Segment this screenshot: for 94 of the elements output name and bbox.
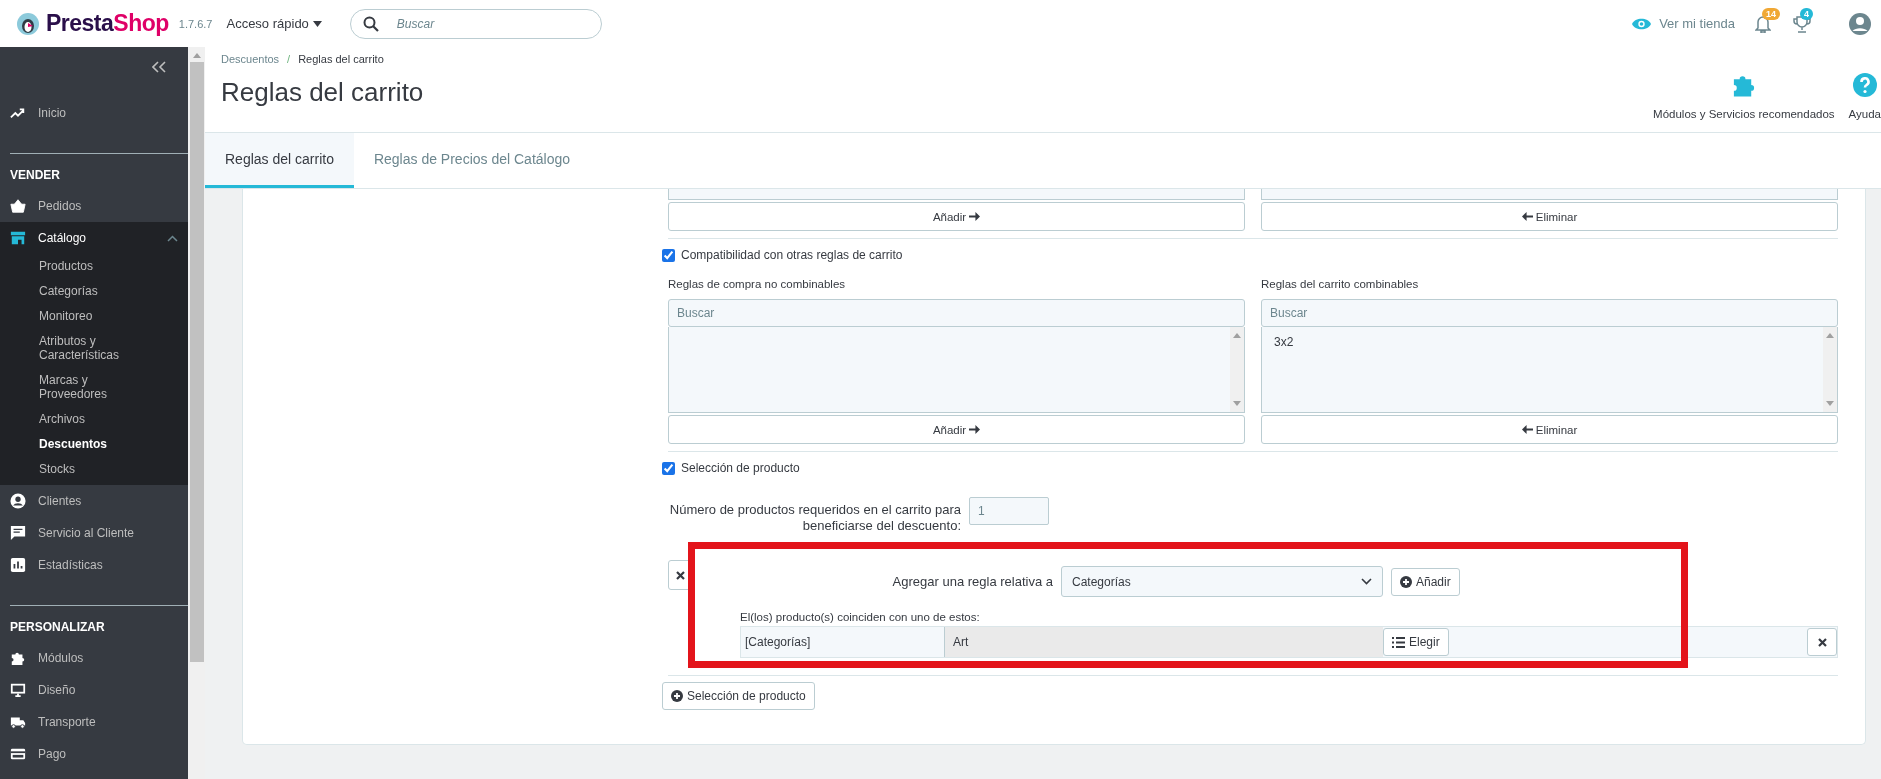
add-button[interactable]: Añadir <box>668 202 1245 231</box>
logo-icon <box>16 11 40 36</box>
arrow-left-icon <box>1521 211 1533 222</box>
sidebar-item[interactable]: Diseño <box>0 674 188 706</box>
remove-button[interactable]: Eliminar <box>1261 202 1838 231</box>
scrollbar-thumb[interactable] <box>189 62 204 662</box>
user-avatar-icon[interactable] <box>1849 12 1871 35</box>
quantity-field[interactable]: 1 <box>969 497 1049 525</box>
store-icon <box>10 230 26 246</box>
sidebar-item[interactable]: Pago <box>0 738 188 770</box>
list-box[interactable]: 3x2 <box>1261 327 1838 413</box>
tab[interactable]: Reglas del carrito <box>205 133 354 188</box>
list-title: Reglas del carrito combinables <box>1261 278 1420 290</box>
list-option[interactable]: 3x2 <box>1274 335 1811 349</box>
remove-rule-button[interactable] <box>1807 628 1837 656</box>
plus-circle-icon <box>1400 575 1412 588</box>
checkbox[interactable] <box>662 461 675 475</box>
caret-icon <box>312 20 322 27</box>
chevron-down-icon <box>1361 578 1372 585</box>
scroll-down-icon[interactable] <box>1826 401 1834 406</box>
search-field[interactable]: Buscar <box>668 299 1245 327</box>
quick-access-dropdown[interactable]: Acceso rápido <box>224 14 324 33</box>
close-icon <box>1817 637 1827 647</box>
basket-icon <box>10 198 26 214</box>
sidebar-item[interactable]: Clientes <box>0 485 188 517</box>
sidebar-item[interactable]: Transporte <box>0 706 188 738</box>
collapse-icon[interactable] <box>152 61 166 73</box>
submenu-item[interactable]: Descuentos <box>39 436 159 452</box>
list-box[interactable] <box>668 189 1245 200</box>
rule-type-select[interactable]: Categorías <box>1061 566 1383 597</box>
bar-chart-icon <box>10 557 26 573</box>
arrow-right-icon <box>969 211 981 222</box>
breadcrumb-current: Reglas del carrito <box>298 53 384 65</box>
scroll-down-icon[interactable] <box>1233 401 1241 406</box>
add-product-selection-button[interactable]: Selección de producto <box>662 682 815 710</box>
eye-icon <box>1632 17 1652 30</box>
section-heading: VENDER <box>9 167 61 184</box>
add-button[interactable]: Añadir <box>668 415 1245 444</box>
search-icon <box>362 15 379 32</box>
sidebar-item[interactable]: Estadísticas <box>0 549 188 581</box>
plus-circle-icon <box>671 690 683 702</box>
sidebar-item[interactable]: Pedidos <box>0 190 188 222</box>
page-title: Reglas del carrito <box>221 77 425 108</box>
close-icon <box>675 570 685 580</box>
field-label: Número de productos requeridos en el carrito para beneficiarse del descuento: <box>668 501 961 534</box>
view-store-link[interactable]: Ver mi tienda <box>1632 16 1735 31</box>
trophy-badge: 4 <box>1800 7 1813 20</box>
submenu-item[interactable]: Stocks <box>39 461 159 477</box>
scrollbar[interactable] <box>188 47 205 779</box>
scroll-up-icon[interactable] <box>192 53 201 58</box>
checkbox-label: Compatibilidad con otras reglas de carrito <box>681 248 903 262</box>
checkbox[interactable] <box>662 248 675 262</box>
breadcrumb-separator: / <box>287 53 291 65</box>
table-cell: Art <box>944 627 1383 657</box>
choose-button[interactable]: Elegir <box>1383 628 1449 656</box>
help-icon <box>1851 72 1878 98</box>
submenu-item[interactable]: Categorías <box>39 283 159 299</box>
scroll-up-icon[interactable] <box>1233 333 1241 338</box>
toolbar-button[interactable]: Módulos y Servicios recomendados <box>1653 72 1835 120</box>
submenu-item[interactable]: Monitoreo <box>39 308 159 324</box>
chevron-up-icon <box>167 234 178 242</box>
sidebar-item[interactable]: Inicio <box>0 97 188 129</box>
tab[interactable]: Reglas de Precios del Catálogo <box>353 133 591 188</box>
puzzle-icon <box>10 650 26 666</box>
list-box[interactable] <box>1261 189 1838 200</box>
submenu-item[interactable]: Atributos y Características <box>39 333 159 363</box>
monitor-icon <box>10 682 26 698</box>
user-icon <box>10 493 26 509</box>
field-label: Agregar una regla relativa a <box>891 573 1053 590</box>
version-label: 1.7.6.7 <box>178 17 213 30</box>
search-field[interactable]: Buscar <box>1261 299 1838 327</box>
logo-text[interactable]: PrestaShop <box>46 10 169 37</box>
checkbox-label: Selección de producto <box>681 461 800 475</box>
list-title: Reglas de compra no combinables <box>668 278 847 290</box>
credit-card-icon <box>10 746 26 762</box>
toolbar-button[interactable]: Ayuda <box>1848 72 1881 120</box>
submenu-item[interactable]: Archivos <box>39 411 159 427</box>
table-cell-text: [Categorías] <box>744 635 812 649</box>
add-rule-button[interactable]: Añadir <box>1391 567 1460 596</box>
chat-icon <box>10 525 26 541</box>
submenu-item[interactable]: Marcas y Proveedores <box>39 372 159 402</box>
list-icon <box>1392 636 1405 648</box>
search-field[interactable]: Buscar <box>349 8 602 39</box>
match-label: El(los) producto(s) coinciden con uno de estos: <box>740 611 981 623</box>
scroll-up-icon[interactable] <box>1826 333 1834 338</box>
notification-badge: 14 <box>1762 7 1780 20</box>
sidebar-item[interactable]: Módulos <box>0 642 188 674</box>
breadcrumb-link[interactable]: Descuentos <box>221 53 280 65</box>
arrow-right-icon <box>969 424 981 435</box>
submenu-item[interactable]: Productos <box>39 258 159 274</box>
section-heading: PERSONALIZAR <box>9 619 106 636</box>
arrow-left-icon <box>1521 424 1533 435</box>
sidebar-item[interactable]: Servicio al Cliente <box>0 517 188 549</box>
remove-button[interactable]: Eliminar <box>1261 415 1838 444</box>
